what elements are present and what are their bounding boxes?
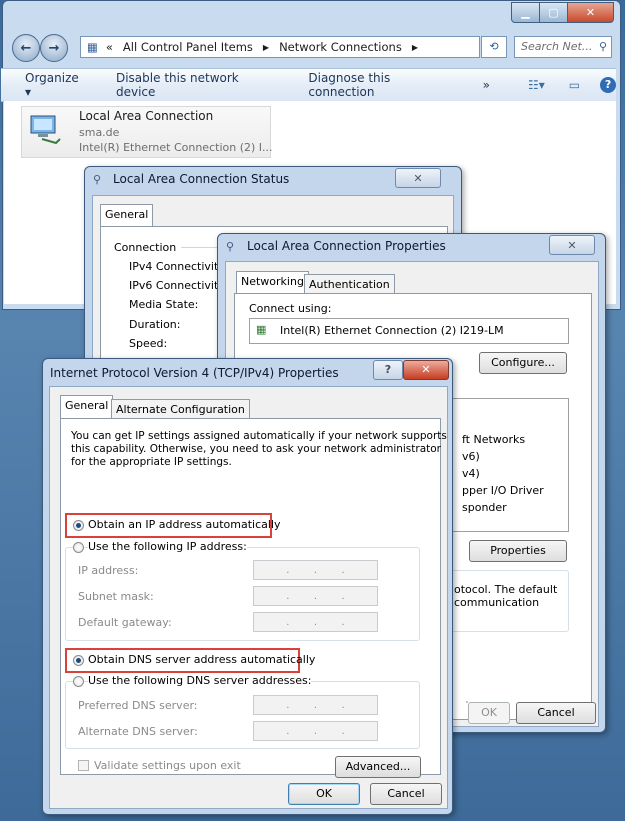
use-ip-radio[interactable]: [73, 542, 84, 553]
configure-button[interactable]: Configure...: [479, 352, 567, 374]
command-bar: Organize ▾ Disable this network device D…: [1, 68, 616, 102]
description-text: communication: [454, 596, 540, 609]
intro-text: for the appropriate IP settings.: [71, 456, 232, 468]
preferred-dns-label: Preferred DNS server:: [78, 699, 198, 712]
close-button[interactable]: ✕: [395, 168, 441, 188]
properties-button[interactable]: Properties: [469, 540, 567, 562]
adapter-box: ▦ Intel(R) Ethernet Connection (2) I219-…: [249, 318, 569, 344]
list-item[interactable]: v4): [462, 467, 480, 480]
cancel-button[interactable]: Cancel: [516, 702, 596, 724]
tab-general[interactable]: General: [60, 395, 114, 418]
obtain-dns-label[interactable]: Obtain DNS server address automatically: [88, 653, 315, 666]
obtain-ip-label[interactable]: Obtain an IP address automatically: [88, 518, 281, 531]
use-dns-radio[interactable]: [73, 676, 84, 687]
default-gateway-field[interactable]: ...: [253, 612, 378, 632]
connection-domain: sma.de: [79, 126, 120, 139]
window-caption-buttons: ▁ ▢ ✕: [511, 2, 614, 23]
search-input[interactable]: Search Net... ⚲: [514, 36, 612, 58]
list-item[interactable]: ft Networks: [462, 433, 525, 446]
subnet-mask-field[interactable]: ...: [253, 586, 378, 606]
tab-networking[interactable]: Networking: [236, 271, 309, 294]
connection-adapter: Intel(R) Ethernet Connection (2) I...: [79, 141, 273, 154]
close-button[interactable]: ✕: [549, 235, 595, 255]
intro-text: this capability. Otherwise, you need to …: [71, 443, 442, 455]
section-connection: Connection: [114, 241, 177, 254]
ok-button[interactable]: OK: [288, 783, 360, 805]
tab-alternate-configuration[interactable]: Alternate Configuration: [111, 399, 250, 419]
refresh-icon[interactable]: ⟲: [481, 36, 507, 58]
properties-dialog-title: Local Area Connection Properties: [247, 239, 446, 253]
preview-pane-icon[interactable]: ▭: [569, 78, 580, 92]
intro-text: You can get IP settings assigned automat…: [71, 430, 447, 442]
preferred-dns-field[interactable]: ...: [253, 695, 378, 715]
tab-authentication[interactable]: Authentication: [304, 274, 395, 294]
address-bar[interactable]: ▦ « All Control Panel Items ▶ Network Co…: [80, 36, 480, 58]
general-tabpanel: You can get IP settings assigned automat…: [60, 418, 447, 778]
network-adapter-icon: [28, 113, 61, 145]
organize-menu[interactable]: Organize ▾: [25, 71, 88, 99]
status-row: Media State:: [129, 298, 199, 311]
adapter-icon: ▦: [256, 323, 267, 336]
list-item[interactable]: v6): [462, 450, 480, 463]
more-commands-button[interactable]: »: [483, 78, 490, 92]
minimize-button[interactable]: ▁: [511, 2, 540, 23]
connection-name: Local Area Connection: [79, 109, 214, 123]
ipv4-dialog-body: General Alternate Configuration You can …: [49, 386, 448, 809]
obtain-dns-radio[interactable]: [73, 655, 84, 666]
obtain-ip-radio[interactable]: [73, 520, 84, 531]
ipv4-properties-dialog: Internet Protocol Version 4 (TCP/IPv4) P…: [42, 358, 453, 815]
alternate-dns-label: Alternate DNS server:: [78, 725, 198, 738]
help-icon[interactable]: ?: [600, 77, 616, 93]
maximize-button[interactable]: ▢: [539, 2, 568, 23]
status-dialog-title: Local Area Connection Status: [113, 172, 290, 186]
back-button[interactable]: ←: [12, 34, 40, 62]
status-row: IPv6 Connectivity:: [129, 279, 228, 292]
validate-label[interactable]: Validate settings upon exit: [94, 759, 241, 772]
diagnose-button[interactable]: Diagnose this connection: [308, 71, 458, 99]
forward-button[interactable]: →: [40, 34, 68, 62]
search-icon[interactable]: ⚲: [599, 37, 607, 57]
breadcrumb-item[interactable]: Network Connections: [279, 40, 402, 54]
view-options-icon[interactable]: ☷▾: [528, 78, 545, 92]
breadcrumb-separator-icon[interactable]: ▶: [412, 43, 418, 52]
tab-general[interactable]: General: [100, 204, 154, 227]
close-button[interactable]: ✕: [567, 2, 614, 23]
use-dns-label[interactable]: Use the following DNS server addresses:: [88, 674, 312, 687]
list-item[interactable]: pper I/O Driver: [462, 484, 544, 497]
ok-button[interactable]: OK: [468, 702, 510, 724]
description-text: otocol. The default: [454, 583, 558, 596]
connection-tile[interactable]: Local Area Connection sma.de Intel(R) Et…: [21, 106, 273, 158]
disable-device-button[interactable]: Disable this network device: [116, 71, 280, 99]
ip-address-field[interactable]: ...: [253, 560, 378, 580]
subnet-mask-label: Subnet mask:: [78, 590, 154, 603]
help-button[interactable]: ?: [373, 360, 403, 380]
default-gateway-label: Default gateway:: [78, 616, 172, 629]
use-ip-label[interactable]: Use the following IP address:: [88, 540, 247, 553]
chevron-icon: «: [105, 40, 113, 54]
control-panel-icon: ▦: [87, 40, 98, 54]
validate-checkbox[interactable]: [78, 760, 89, 771]
list-item[interactable]: sponder: [462, 501, 507, 514]
connect-using-label: Connect using:: [249, 302, 332, 315]
status-row: Duration:: [129, 318, 181, 331]
ipv4-dialog-title: Internet Protocol Version 4 (TCP/IPv4) P…: [50, 366, 339, 380]
cancel-button[interactable]: Cancel: [370, 783, 442, 805]
ip-address-label: IP address:: [78, 564, 139, 577]
advanced-button[interactable]: Advanced...: [335, 756, 421, 778]
network-icon: ⚲: [226, 240, 235, 253]
alternate-dns-field[interactable]: ...: [253, 721, 378, 741]
breadcrumb-separator-icon[interactable]: ▶: [263, 43, 269, 52]
network-icon: ⚲: [93, 173, 102, 186]
status-row: IPv4 Connectivity:: [129, 260, 228, 273]
close-button[interactable]: ✕: [403, 360, 449, 380]
breadcrumb-item[interactable]: All Control Panel Items: [123, 40, 253, 54]
status-row: Speed:: [129, 337, 168, 350]
adapter-name: Intel(R) Ethernet Connection (2) I219-LM: [280, 324, 504, 337]
